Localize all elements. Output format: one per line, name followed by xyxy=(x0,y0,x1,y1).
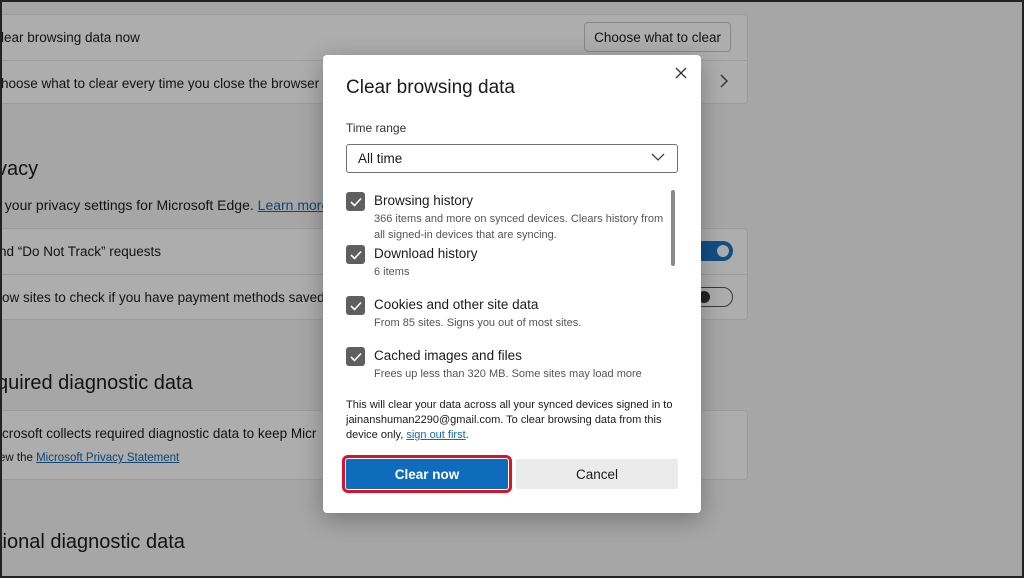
sync-notice: This will clear your data across all you… xyxy=(346,398,681,443)
close-icon[interactable] xyxy=(671,63,691,83)
item-title: Cached images and files xyxy=(374,348,522,363)
sign-out-link[interactable]: sign out first xyxy=(406,429,465,441)
time-range-label: Time range xyxy=(346,121,407,135)
sync-notice-text: This will clear your data across all you… xyxy=(346,399,673,441)
clear-browsing-data-dialog: Clear browsing data Time range All time … xyxy=(323,55,701,513)
checkbox-checked-icon[interactable] xyxy=(346,192,365,211)
dialog-title: Clear browsing data xyxy=(346,77,515,98)
cancel-button[interactable]: Cancel xyxy=(516,459,678,489)
item-description: 6 items xyxy=(374,266,410,278)
sync-notice-end: . xyxy=(465,429,469,441)
checkbox-checked-icon[interactable] xyxy=(346,245,365,264)
item-description: 366 items and more on synced devices. Cl… xyxy=(374,213,664,241)
time-range-value: All time xyxy=(358,151,403,166)
checkbox-checked-icon[interactable] xyxy=(346,347,365,366)
item-title: Browsing history xyxy=(374,193,474,208)
item-description: Frees up less than 320 MB. Some sites ma… xyxy=(374,368,642,380)
checkbox-checked-icon[interactable] xyxy=(346,296,365,315)
time-range-select[interactable]: All time xyxy=(346,144,678,173)
item-description: From 85 sites. Signs you out of most sit… xyxy=(374,317,582,329)
item-title: Download history xyxy=(374,246,478,261)
list-scrollbar[interactable] xyxy=(671,190,675,266)
clear-now-button[interactable]: Clear now xyxy=(342,455,512,493)
chevron-down-icon xyxy=(651,150,665,167)
item-title: Cookies and other site data xyxy=(374,297,539,312)
data-types-list: Browsing history 366 items and more on s… xyxy=(346,190,686,387)
